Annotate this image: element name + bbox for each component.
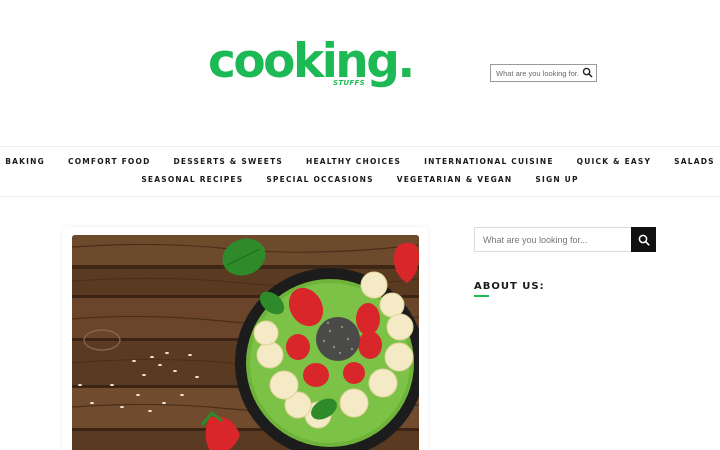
nav-item-desserts-sweets[interactable]: DESSERTS & SWEETS [174, 157, 284, 166]
heading-underline [474, 295, 489, 297]
header-search-box [490, 64, 597, 82]
nav-item-vegetarian-vegan[interactable]: VEGETARIAN & VEGAN [397, 175, 513, 184]
about-us-heading: ABOUT US: [474, 281, 545, 292]
search-icon[interactable] [582, 67, 593, 78]
site-logo[interactable]: cooking. STUFFS [208, 34, 415, 96]
nav-item-healthy-choices[interactable]: HEALTHY CHOICES [306, 157, 401, 166]
nav-item-sign-up[interactable]: SIGN UP [535, 175, 578, 184]
nav-item-comfort-food[interactable]: COMFORT FOOD [68, 157, 151, 166]
nav-item-special-occasions[interactable]: SPECIAL OCCASIONS [266, 175, 373, 184]
nav-row-2: SEASONAL RECIPES SPECIAL OCCASIONS VEGET… [0, 175, 720, 184]
featured-post-image[interactable] [72, 235, 419, 450]
main-navigation: BAKING COMFORT FOOD DESSERTS & SWEETS HE… [0, 146, 720, 197]
header-search-input[interactable] [491, 65, 579, 81]
sidebar-search-box [474, 227, 656, 252]
nav-item-salads[interactable]: SALADS [674, 157, 715, 166]
nav-row-1: BAKING COMFORT FOOD DESSERTS & SWEETS HE… [0, 157, 720, 166]
nav-item-baking[interactable]: BAKING [5, 157, 45, 166]
logo-wordmark: cooking. [208, 34, 415, 89]
nav-item-seasonal-recipes[interactable]: SEASONAL RECIPES [141, 175, 243, 184]
nav-item-international-cuisine[interactable]: INTERNATIONAL CUISINE [424, 157, 554, 166]
site-header: cooking. STUFFS [0, 0, 720, 146]
search-icon [638, 234, 650, 246]
nav-item-quick-easy[interactable]: QUICK & EASY [577, 157, 652, 166]
sidebar-search-input[interactable] [475, 228, 631, 251]
sidebar-search-button[interactable] [631, 227, 656, 252]
smoothie-bowl-photo [72, 235, 419, 450]
logo-subtitle: STUFFS [333, 79, 365, 87]
